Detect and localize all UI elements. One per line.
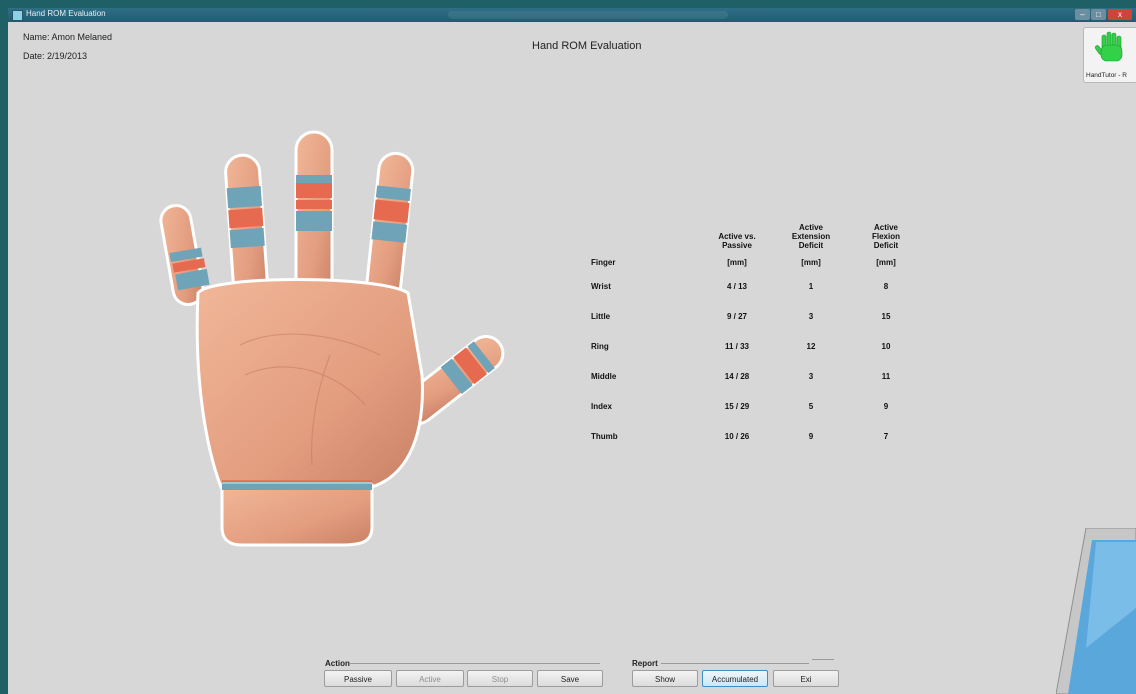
title-bar[interactable]: Hand ROM Evaluation – □ x xyxy=(8,8,1136,22)
hand-illustration xyxy=(159,130,505,547)
laptop-graphic xyxy=(1056,528,1136,694)
accumulated-button[interactable]: Accumulated xyxy=(702,670,768,687)
evaluation-date: Date: 2/19/2013 xyxy=(23,51,88,61)
green-hand-icon xyxy=(1094,31,1123,62)
row-extension-deficit: 3 xyxy=(808,312,814,321)
row-finger: Thumb xyxy=(591,432,618,441)
save-button[interactable]: Save xyxy=(537,670,603,687)
row-flexion-deficit: 15 xyxy=(881,312,891,321)
action-divider xyxy=(350,663,600,664)
exit-button[interactable]: Exi xyxy=(773,670,839,687)
row-finger: Wrist xyxy=(591,282,611,291)
row-flexion-deficit: 8 xyxy=(883,282,889,291)
row-extension-deficit: 1 xyxy=(808,282,814,291)
close-button[interactable]: x xyxy=(1108,9,1132,20)
row-active-passive: 9 / 27 xyxy=(726,312,747,321)
handtutor-label: HandTutor - R xyxy=(1086,72,1127,79)
header-finger: Finger xyxy=(591,258,616,267)
report-divider-short xyxy=(812,659,834,660)
window-title: Hand ROM Evaluation xyxy=(26,9,106,18)
unit-col3: [mm] xyxy=(876,258,896,267)
row-flexion-deficit: 7 xyxy=(883,432,889,441)
page-title: Hand ROM Evaluation xyxy=(532,40,642,52)
row-extension-deficit: 12 xyxy=(806,342,816,351)
maximize-button[interactable]: □ xyxy=(1091,9,1106,20)
app-icon xyxy=(12,10,23,21)
stop-button[interactable]: Stop xyxy=(467,670,533,687)
title-bar-blur xyxy=(448,11,728,19)
row-extension-deficit: 5 xyxy=(808,402,814,411)
row-extension-deficit: 9 xyxy=(808,432,814,441)
minimize-button[interactable]: – xyxy=(1075,9,1090,20)
patient-name: Name: Amon Melaned xyxy=(23,32,113,42)
header-flexion-deficit: Active Flexion Deficit xyxy=(871,223,900,250)
active-button[interactable]: Active xyxy=(396,670,464,687)
report-divider xyxy=(661,663,809,664)
show-button[interactable]: Show xyxy=(632,670,698,687)
passive-button[interactable]: Passive xyxy=(324,670,392,687)
report-group-label: Report xyxy=(632,659,658,668)
unit-col1: [mm] xyxy=(727,258,747,267)
header-active-passive: Active vs. Passive xyxy=(718,232,756,250)
row-finger: Index xyxy=(591,402,612,411)
handtutor-button[interactable]: HandTutor - R xyxy=(1083,27,1136,83)
row-active-passive: 11 / 33 xyxy=(724,342,750,351)
row-active-passive: 14 / 28 xyxy=(724,372,750,381)
action-group-label: Action xyxy=(325,659,350,668)
row-finger: Ring xyxy=(591,342,609,351)
row-flexion-deficit: 11 xyxy=(881,372,891,381)
row-finger: Little xyxy=(591,312,611,321)
row-active-passive: 10 / 26 xyxy=(724,432,750,441)
row-active-passive: 4 / 13 xyxy=(726,282,747,291)
row-flexion-deficit: 10 xyxy=(881,342,891,351)
row-finger: Middle xyxy=(591,372,617,381)
row-flexion-deficit: 9 xyxy=(883,402,889,411)
row-active-passive: 15 / 29 xyxy=(724,402,750,411)
unit-col2: [mm] xyxy=(801,258,821,267)
row-extension-deficit: 3 xyxy=(808,372,814,381)
header-extension-deficit: Active Extension Deficit xyxy=(791,223,831,250)
